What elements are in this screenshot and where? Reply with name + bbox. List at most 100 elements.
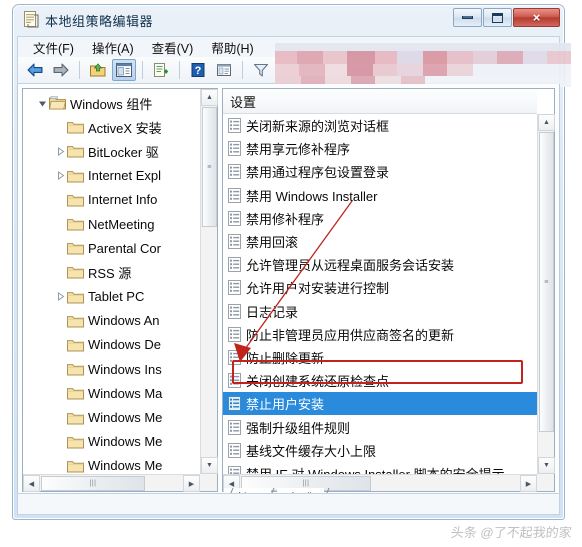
policy-setting-icon xyxy=(228,187,241,203)
forward-arrow-icon[interactable] xyxy=(49,59,73,81)
minimize-button[interactable] xyxy=(453,8,482,27)
list-scroll-down-button[interactable]: ▼ xyxy=(538,457,555,474)
tree-item-label: Windows Me xyxy=(88,410,163,426)
settings-list-row[interactable]: 强制升级组件规则 xyxy=(223,415,537,438)
folder-icon xyxy=(67,362,84,376)
tree-item[interactable]: Tablet PC xyxy=(23,285,200,309)
tree-horizontal-scrollbar[interactable]: ◀ ||| ▶ xyxy=(23,474,200,492)
show-tree-icon[interactable] xyxy=(112,59,136,81)
tree-scroll-right-button[interactable]: ▶ xyxy=(183,475,200,492)
settings-list-row-label: 禁用 IE 对 Windows Installer 脚本的安全提示 xyxy=(246,464,505,474)
tree-item[interactable]: Windows Me xyxy=(23,405,200,429)
policy-setting-icon xyxy=(228,442,241,458)
menu-item-view[interactable]: 查看(V) xyxy=(143,36,203,59)
back-arrow-icon[interactable] xyxy=(23,59,47,81)
tree-item[interactable]: RSS 源 xyxy=(23,260,200,284)
help-icon[interactable]: ? xyxy=(186,59,210,81)
settings-list-row-selected[interactable]: 禁止用户安装 xyxy=(223,392,537,416)
column-header-label: 设置 xyxy=(230,94,257,110)
settings-list-row[interactable]: 禁用回滚 xyxy=(223,230,537,253)
tree-item[interactable]: Windows De xyxy=(23,333,200,357)
tree-expander-collapsed-icon[interactable] xyxy=(53,147,67,156)
policy-setting-icon xyxy=(228,234,241,250)
tree-scroll-down-button[interactable]: ▼ xyxy=(201,457,218,474)
menu-bar: 文件(F) 操作(A) 查看(V) 帮助(H) xyxy=(17,36,560,58)
watermark: 头条 @了不起我的家 xyxy=(450,525,573,540)
tree-item[interactable]: Parental Cor xyxy=(23,236,200,260)
tree-expander-expanded-icon[interactable] xyxy=(35,99,49,108)
tree-scroll-left-button[interactable]: ◀ xyxy=(23,475,40,492)
folder-icon xyxy=(67,120,84,134)
list-scroll-thumb[interactable]: ≡ xyxy=(539,132,554,432)
settings-list-row[interactable]: 关闭创建系统还原检查点 xyxy=(223,369,537,392)
settings-list-row[interactable]: 防止非管理员应用供应商签名的更新 xyxy=(223,323,537,346)
settings-list-row[interactable]: 禁用通过程序包设置登录 xyxy=(223,160,537,183)
tree-item-label: Windows Ins xyxy=(88,361,162,377)
screenshot-root: 本地组策略编辑器 × 文件(F) 操作(A) 查看(V) 帮助(H) ? Win… xyxy=(0,0,582,547)
policy-setting-icon xyxy=(228,141,241,157)
tree-item-label: BitLocker 驱 xyxy=(88,144,159,160)
settings-list-row[interactable]: 禁用 Windows Installer xyxy=(223,184,537,207)
tree-item[interactable]: Internet Expl xyxy=(23,164,200,188)
tree-scroll-up-button[interactable]: ▲ xyxy=(201,89,218,106)
tree-viewport[interactable]: Windows 组件 ActiveX 安装 BitLocker 驱 Internet … xyxy=(23,89,200,474)
tree-item-label: Internet Expl xyxy=(88,168,161,184)
list-vertical-scrollbar[interactable]: ▲ ≡ ▼ xyxy=(537,114,555,474)
up-folder-icon[interactable] xyxy=(86,59,110,81)
policy-setting-icon xyxy=(228,210,241,226)
settings-list-row[interactable]: 日志记录 xyxy=(223,300,537,323)
tree-item[interactable]: Windows An xyxy=(23,309,200,333)
tree-item[interactable]: Windows Ins xyxy=(23,357,200,381)
settings-list-viewport[interactable]: 关闭新来源的浏览对话框 禁用享元修补程序禁用通过程序包设置登录 禁用 Windows… xyxy=(223,114,537,474)
settings-list-row[interactable]: 基线文件缓存大小上限 xyxy=(223,439,537,462)
tree-item[interactable]: BitLocker 驱 xyxy=(23,139,200,163)
settings-list-row[interactable]: 允许管理员从远程桌面服务会话安装 xyxy=(223,253,537,276)
tree-item[interactable]: Windows Me xyxy=(23,454,200,474)
settings-list-row[interactable]: 禁用 IE 对 Windows Installer 脚本的安全提示 xyxy=(223,462,537,474)
settings-list-row[interactable]: 允许用户对安装进行控制 xyxy=(223,276,537,299)
toolbar-separator xyxy=(179,61,180,79)
menu-item-help[interactable]: 帮助(H) xyxy=(202,36,262,59)
column-header[interactable]: 设置 xyxy=(223,89,537,114)
tree-hscroll-thumb[interactable]: ||| xyxy=(41,476,145,491)
settings-list-row-label: 防止删除更新 xyxy=(246,350,325,366)
tree-item-label: Tablet PC xyxy=(88,289,145,305)
tree-item[interactable]: NetMeeting xyxy=(23,212,200,236)
settings-list-row[interactable]: 关闭新来源的浏览对话框 xyxy=(223,114,537,137)
settings-list-row-label: 关闭新来源的浏览对话框 xyxy=(246,119,390,135)
folder-icon xyxy=(67,338,84,352)
settings-list-row-label: 禁用享元修补程序 xyxy=(246,142,351,158)
tree-item[interactable]: Internet Info xyxy=(23,188,200,212)
tree-scroll-thumb[interactable]: ≡ xyxy=(202,107,217,227)
settings-list-row-label: 允许管理员从远程桌面服务会话安装 xyxy=(246,258,455,274)
policy-setting-icon xyxy=(228,257,241,273)
list-view-icon[interactable] xyxy=(212,59,236,81)
tree-item-label: Windows De xyxy=(88,337,161,353)
tree-vertical-scrollbar[interactable]: ▲ ≡ ▼ xyxy=(200,89,218,474)
list-scroll-right-button[interactable]: ▶ xyxy=(520,475,537,492)
close-button[interactable]: × xyxy=(513,8,560,27)
tree-item[interactable]: Windows Ma xyxy=(23,381,200,405)
tree-expander-collapsed-icon[interactable] xyxy=(53,292,67,302)
settings-list-row[interactable]: 防止删除更新 xyxy=(223,346,537,369)
settings-list-row[interactable]: 禁用修补程序 xyxy=(223,207,537,230)
settings-list-row[interactable]: 禁用享元修补程序 xyxy=(223,137,537,160)
filter-icon[interactable] xyxy=(249,59,273,81)
tree-list: Windows 组件 ActiveX 安装 BitLocker 驱 Internet … xyxy=(23,91,200,474)
tree-item[interactable]: ActiveX 安装 xyxy=(23,115,200,139)
settings-list: 关闭新来源的浏览对话框 禁用享元修补程序禁用通过程序包设置登录 禁用 Windows… xyxy=(223,114,537,474)
properties-icon[interactable] xyxy=(149,59,173,81)
menu-item-action[interactable]: 操作(A) xyxy=(83,36,143,59)
tree-item[interactable]: Windows Me xyxy=(23,430,200,454)
policy-setting-icon xyxy=(228,303,241,319)
folder-icon xyxy=(67,314,84,328)
tree-item[interactable]: Windows 组件 xyxy=(23,91,200,115)
menu-item-file[interactable]: 文件(F) xyxy=(24,36,83,59)
tree-item-label: RSS 源 xyxy=(88,265,132,281)
policy-setting-icon xyxy=(228,373,241,389)
maximize-button[interactable] xyxy=(483,8,512,27)
tree-expander-collapsed-icon[interactable] xyxy=(53,171,67,181)
policy-setting-icon xyxy=(228,326,241,342)
list-scroll-up-button[interactable]: ▲ xyxy=(538,114,555,131)
group-policy-editor-window: 本地组策略编辑器 × 文件(F) 操作(A) 查看(V) 帮助(H) ? Win… xyxy=(12,4,571,520)
